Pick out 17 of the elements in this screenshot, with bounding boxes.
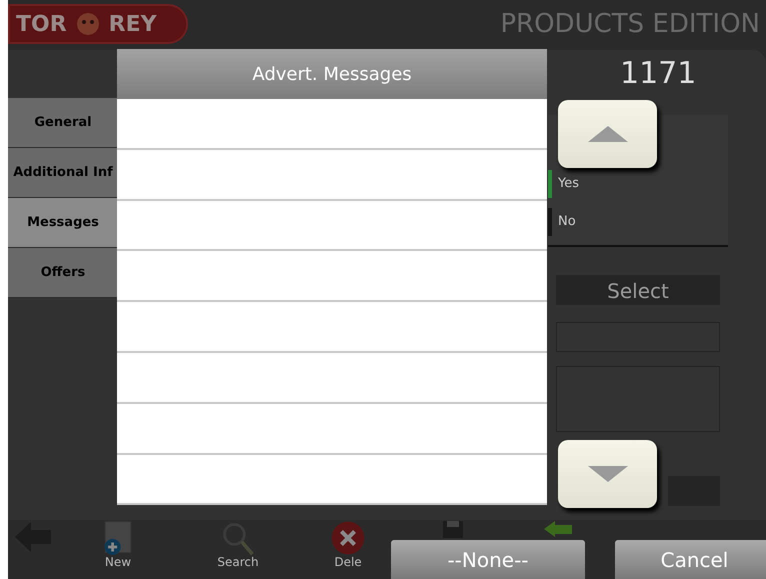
tab[interactable]: General — [8, 98, 118, 148]
logo-text: TOR — [16, 10, 67, 38]
toolbar-label: Dele — [334, 556, 362, 570]
logo-text: REY — [108, 10, 157, 38]
tab[interactable]: Additional Inf — [8, 148, 118, 198]
toolbar-label: New — [104, 556, 132, 570]
toolbar-label: Search — [217, 556, 259, 570]
tab[interactable]: Messages — [8, 198, 118, 248]
option-label: Yes — [558, 175, 579, 194]
dialog-title: Advert. Messages — [117, 49, 547, 99]
option-label: No — [558, 213, 576, 232]
page-title: PRODUCTS EDITION — [500, 8, 760, 40]
select-button[interactable]: Select — [556, 275, 720, 305]
record-number: 1171 — [620, 56, 696, 92]
dialog-button[interactable]: Cancel — [615, 540, 766, 579]
dialog-button[interactable]: --None-- — [391, 540, 585, 579]
tab[interactable]: Offers — [8, 248, 118, 298]
